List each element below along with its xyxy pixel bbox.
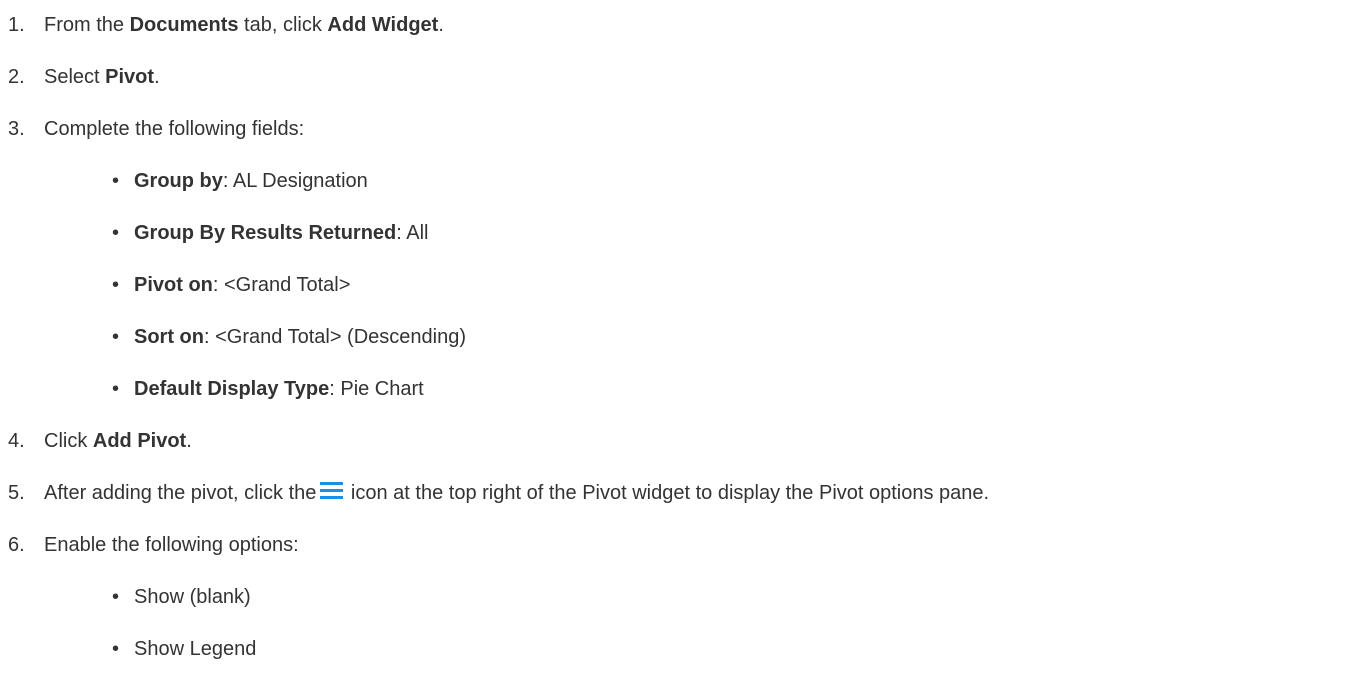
step-number: 3. (8, 118, 25, 140)
bullet: • (112, 638, 120, 660)
step-text: Select Pivot. (44, 66, 160, 88)
field-value: : Pie Chart (329, 378, 424, 400)
step-text: Enable the following options: (44, 534, 299, 556)
step-number: 2. (8, 66, 25, 88)
step-text: From the Documents tab, click Add Widget… (44, 14, 444, 36)
step-text: Click Add Pivot. (44, 430, 192, 452)
field-label: Default Display Type (134, 378, 330, 400)
bullet: • (112, 170, 120, 192)
field-value: : AL Designation (222, 170, 368, 192)
step-number: 6. (8, 534, 25, 556)
step-number: 5. (8, 482, 25, 504)
field-value: : <Grand Total> (212, 274, 351, 296)
step-number: 1. (8, 14, 25, 36)
option-label: Show (blank) (134, 586, 251, 608)
field-label: Pivot on (134, 274, 213, 296)
add-pivot-label: Add Pivot (92, 430, 187, 452)
add-widget-label: Add Widget (327, 14, 439, 36)
bullet: • (112, 586, 120, 608)
field-value: : All (396, 222, 429, 244)
bullet: • (112, 274, 120, 296)
step-number: 4. (8, 430, 25, 452)
bullet: • (112, 326, 120, 348)
field-value: : <Grand Total> (Descending) (204, 326, 467, 348)
field-label: Sort on (134, 326, 204, 348)
field-label: Group By Results Returned (134, 222, 397, 244)
bullet: • (112, 222, 120, 244)
step-text: After adding the pivot, click the icon a… (44, 482, 990, 504)
bullet: • (112, 378, 120, 400)
option-label: Show Legend (134, 638, 257, 660)
field-label: Group by (134, 170, 223, 192)
step-text: Complete the following fields: (44, 118, 305, 140)
hamburger-menu-icon (320, 482, 344, 500)
documents-tab-label: Documents (129, 14, 239, 36)
pivot-label: Pivot (105, 66, 155, 88)
